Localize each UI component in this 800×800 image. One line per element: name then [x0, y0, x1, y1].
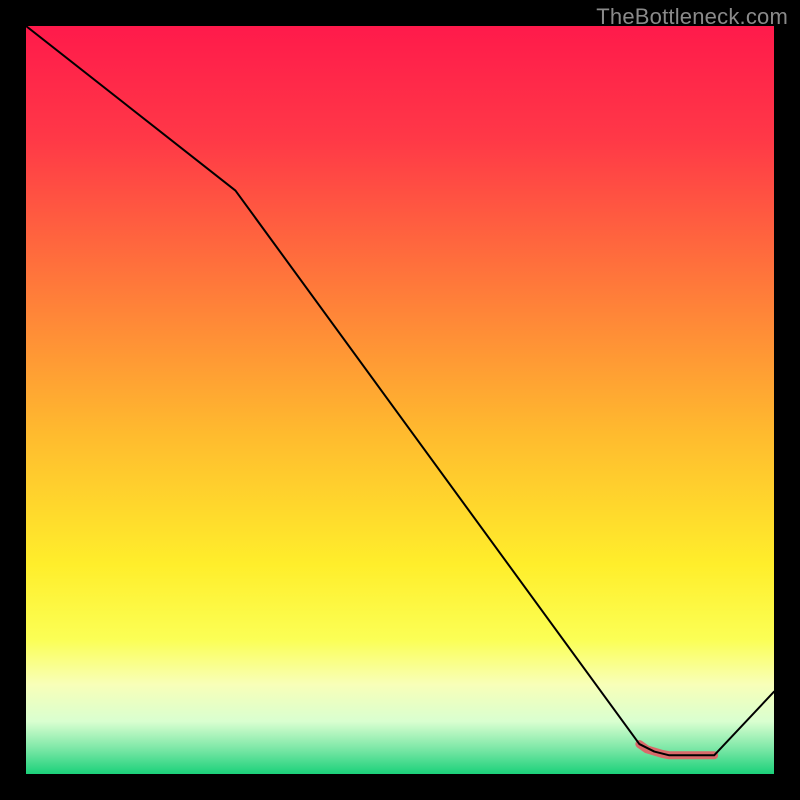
chart-frame: TheBottleneck.com: [0, 0, 800, 800]
watermark-text: TheBottleneck.com: [596, 4, 788, 30]
plot-area: [26, 26, 774, 774]
heat-gradient-background: [26, 26, 774, 774]
